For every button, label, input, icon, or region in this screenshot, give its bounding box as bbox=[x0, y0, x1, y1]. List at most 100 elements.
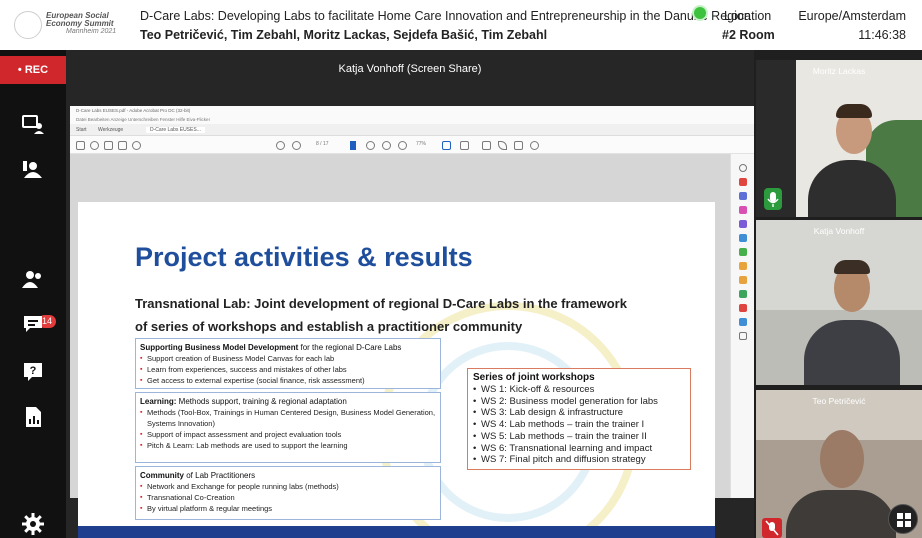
acrobat-tab-start: Start bbox=[76, 127, 87, 133]
export-pdf-icon[interactable] bbox=[739, 178, 747, 186]
presentation-icon[interactable] bbox=[21, 112, 45, 136]
box-heading-rest: for the regional D-Care Labs bbox=[298, 343, 402, 352]
grid-icon bbox=[897, 513, 911, 527]
search-icon bbox=[132, 141, 141, 150]
star-icon bbox=[90, 141, 99, 150]
acrobat-toolbar: 8 / 17 77% bbox=[70, 136, 754, 154]
pen-icon bbox=[498, 141, 507, 150]
presenter-label: Katja Vonhoff (Screen Share) bbox=[338, 63, 482, 75]
edit-pdf-icon[interactable] bbox=[739, 206, 747, 214]
chat-icon[interactable] bbox=[21, 312, 45, 336]
participant-name: Katja Vonhoff bbox=[813, 226, 865, 236]
screen-share[interactable]: D-Care Labs EUSES.pdf - Adobe Acrobat Pr… bbox=[70, 106, 754, 538]
search-tool-icon[interactable] bbox=[739, 164, 747, 172]
print-icon bbox=[104, 141, 113, 150]
left-sidebar: • REC 14 ? bbox=[0, 50, 66, 538]
participant-tile[interactable]: Moritz Lackas bbox=[756, 60, 922, 217]
send-icon[interactable] bbox=[739, 276, 747, 284]
acrobat-title-bar: D-Care Labs EUSES.pdf - Adobe Acrobat Pr… bbox=[70, 106, 754, 116]
box-heading: Learning: Methods support, training & re… bbox=[140, 396, 436, 407]
participant-tile[interactable]: Katja Vonhoff bbox=[756, 220, 922, 385]
box-heading-rest: Methods support, training & regional ada… bbox=[176, 397, 347, 406]
clock: 11:46:38 bbox=[858, 28, 906, 42]
video-conference-app: European Social Economy Summit Mannheim … bbox=[0, 0, 922, 538]
save-icon bbox=[76, 141, 85, 150]
list-item: WS 3: Lab design & infrastructure bbox=[473, 407, 685, 419]
layout-grid-button[interactable] bbox=[888, 504, 918, 534]
timezone: Europe/Amsterdam bbox=[798, 9, 906, 23]
qa-icon[interactable]: ? bbox=[21, 360, 45, 384]
zoom-in-icon bbox=[398, 141, 407, 150]
acrobat-tab-document: D-Care Labs EUSES... bbox=[146, 127, 205, 133]
slide-subtitle-line2: of series of workshops and establish a p… bbox=[135, 319, 523, 334]
list-item: Network and Exchange for people running … bbox=[140, 481, 436, 492]
list-item: WS 7: Final pitch and diffusion strategy bbox=[473, 454, 685, 466]
participant-body bbox=[804, 320, 900, 385]
list-item: WS 1: Kick-off & resources bbox=[473, 384, 685, 396]
organize-icon[interactable] bbox=[739, 248, 747, 256]
list-item: By virtual platform & regular meetings bbox=[140, 503, 436, 514]
recording-indicator[interactable]: • REC bbox=[0, 56, 66, 84]
box-heading-bold: Community bbox=[140, 471, 184, 480]
page-indicator: 8 / 17 bbox=[316, 141, 329, 147]
mic-muted-icon[interactable] bbox=[762, 518, 782, 538]
slide-title: Project activities & results bbox=[135, 242, 473, 272]
participant-tile[interactable]: Teo Petričević bbox=[756, 390, 922, 538]
mic-icon bbox=[767, 192, 779, 207]
workshops-heading: Series of joint workshops bbox=[473, 372, 595, 383]
protect-icon[interactable] bbox=[739, 304, 747, 312]
hand-icon bbox=[366, 141, 375, 150]
session-title: D-Care Labs: Developing Labs to facilita… bbox=[140, 9, 751, 23]
more-tools-icon[interactable] bbox=[739, 332, 747, 340]
box-heading: Community of Lab Practitioners bbox=[140, 470, 436, 481]
fill-sign-icon[interactable] bbox=[739, 262, 747, 270]
acrobat-menu-bar: Datei Bearbeiten Anzeige Unterschreiben … bbox=[70, 116, 754, 124]
list-item: WS 2: Business model generation for labs bbox=[473, 396, 685, 408]
participant-head bbox=[820, 430, 864, 488]
workshops-box: Series of joint workshops WS 1: Kick-off… bbox=[467, 368, 691, 470]
mic-on-icon[interactable] bbox=[764, 188, 782, 210]
list-item: Pitch & Learn: Lab methods are used to s… bbox=[140, 440, 436, 451]
acrobat-right-tools bbox=[730, 154, 754, 498]
box-heading-rest: of Lab Practitioners bbox=[184, 471, 256, 480]
participant-name: Moritz Lackas bbox=[812, 66, 866, 76]
sign-icon bbox=[514, 141, 523, 150]
zoom-out-icon bbox=[382, 141, 391, 150]
list-item: WS 6: Transnational learning and impact bbox=[473, 443, 685, 455]
mic-muted-glyph bbox=[765, 520, 779, 536]
session-header: European Social Economy Summit Mannheim … bbox=[0, 0, 922, 50]
logo-text: European Social Economy Summit bbox=[46, 11, 114, 28]
list-item: Support of impact assessment and project… bbox=[140, 429, 436, 440]
participants-icon[interactable] bbox=[21, 158, 45, 182]
poll-icon[interactable] bbox=[21, 405, 45, 429]
participant-hair bbox=[836, 104, 872, 118]
zoom-level: 77% bbox=[416, 141, 427, 147]
mail-icon bbox=[118, 141, 127, 150]
business-model-box: Supporting Business Model Development fo… bbox=[135, 338, 441, 389]
slide-subtitle-line1: Transnational Lab: Joint development of … bbox=[135, 296, 627, 311]
acrobat-tab-tools: Werkzeuge bbox=[98, 127, 124, 133]
list-item: Get access to external expertise (social… bbox=[140, 375, 436, 386]
logo-ring-icon bbox=[14, 11, 42, 39]
list-item: Learn from experiences, success and mist… bbox=[140, 364, 436, 375]
box-heading-bold: Learning: bbox=[140, 397, 177, 406]
combine-icon[interactable] bbox=[739, 234, 747, 242]
share-icon bbox=[530, 141, 539, 150]
participant-body bbox=[786, 490, 896, 538]
settings-icon[interactable] bbox=[21, 512, 45, 536]
svg-text:?: ? bbox=[30, 365, 37, 377]
shield-icon[interactable] bbox=[739, 318, 747, 326]
page-up-icon bbox=[276, 141, 285, 150]
room-name: #2 Room bbox=[722, 28, 775, 42]
list-item: Methods (Tool-Box, Trainings in Human Ce… bbox=[140, 407, 436, 429]
slide-footer-bar bbox=[78, 526, 715, 538]
print-production-icon[interactable] bbox=[739, 290, 747, 298]
attendees-icon[interactable] bbox=[21, 267, 45, 291]
list-item: Transnational Co-Creation bbox=[140, 492, 436, 503]
create-pdf-icon[interactable] bbox=[739, 192, 747, 200]
comment-tool-icon[interactable] bbox=[739, 220, 747, 228]
page-down-icon bbox=[292, 141, 301, 150]
logo-subtext: Mannheim 2021 bbox=[66, 28, 117, 35]
learning-box: Learning: Methods support, training & re… bbox=[135, 392, 441, 463]
summit-logo: European Social Economy Summit Mannheim … bbox=[14, 5, 126, 45]
